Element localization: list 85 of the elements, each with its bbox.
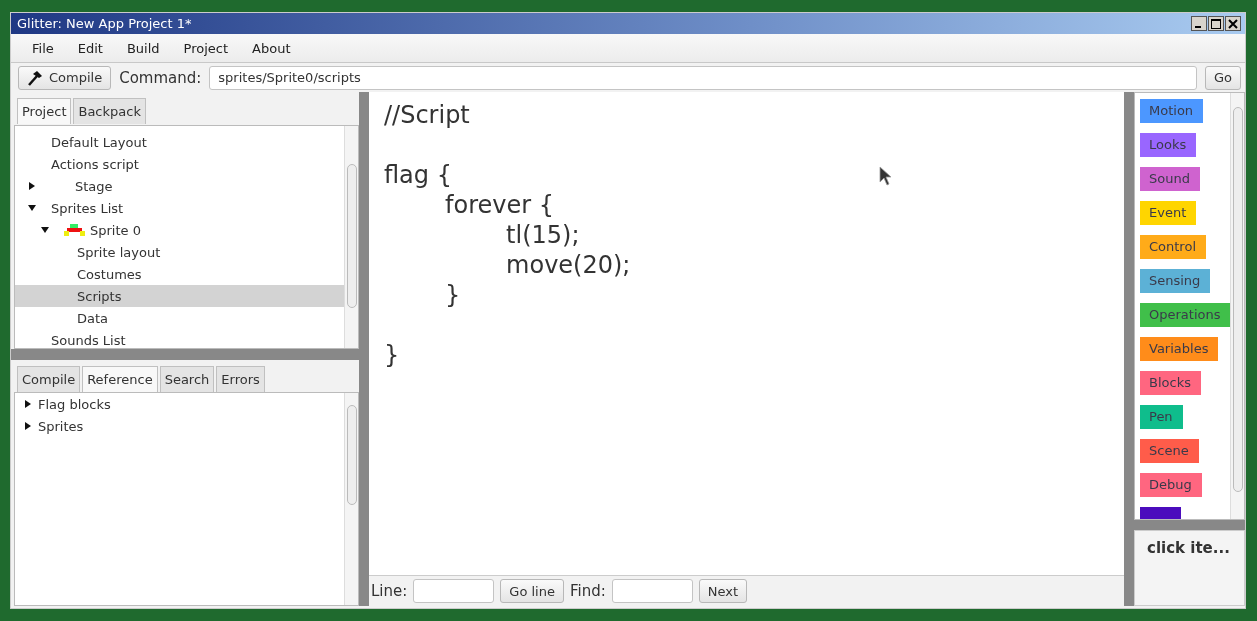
- tree-label: Sprite layout: [77, 244, 161, 260]
- tab[interactable]: Errors: [216, 366, 265, 392]
- category-button[interactable]: Motion: [1140, 99, 1204, 123]
- scrollbar[interactable]: [344, 393, 358, 605]
- tree-item[interactable]: Scripts: [15, 285, 344, 307]
- category-button[interactable]: [1140, 507, 1181, 519]
- hint-text: click ite...: [1134, 530, 1245, 606]
- code-line: }: [384, 340, 400, 370]
- window-title: Glitter: New App Project 1*: [17, 16, 192, 31]
- category-button[interactable]: Event: [1140, 201, 1197, 225]
- tab[interactable]: Project: [17, 98, 72, 124]
- tree-label: Stage: [75, 178, 113, 194]
- minimize-icon: [1195, 26, 1201, 28]
- category-button[interactable]: Blocks: [1140, 371, 1201, 395]
- tree-item[interactable]: Sprite 0: [15, 219, 344, 241]
- tree-item[interactable]: Data: [15, 307, 344, 329]
- category-button[interactable]: Control: [1140, 235, 1206, 259]
- close-button[interactable]: [1225, 16, 1241, 31]
- menu-item[interactable]: File: [21, 40, 65, 56]
- tab[interactable]: Backpack: [73, 98, 146, 124]
- hammer-icon: [27, 69, 45, 86]
- tree-label: Sprites List: [51, 200, 124, 216]
- menu-item[interactable]: Project: [172, 40, 240, 56]
- category-button[interactable]: Scene: [1140, 439, 1199, 463]
- tree-label: Sounds List: [51, 332, 126, 348]
- minimize-button[interactable]: [1191, 16, 1207, 31]
- category-button[interactable]: Debug: [1140, 473, 1202, 497]
- tree-item[interactable]: Flag blocks: [15, 393, 344, 415]
- mouse-cursor-icon: [879, 166, 893, 186]
- tree-item[interactable]: Sounds List: [15, 329, 344, 348]
- tree-label: Actions script: [51, 156, 139, 172]
- tree-item[interactable]: Default Layout: [15, 131, 344, 153]
- tree-item[interactable]: Sprites: [15, 415, 344, 437]
- splitter[interactable]: [1134, 520, 1245, 530]
- tree-label: Sprites: [38, 418, 84, 434]
- tree-label: Sprite 0: [90, 222, 141, 238]
- code-line: move(20);: [505, 250, 631, 280]
- expand-arrow-icon: [23, 399, 33, 409]
- compile-button[interactable]: Compile: [18, 65, 112, 90]
- tree-label: Scripts: [77, 288, 122, 304]
- category-button[interactable]: Sensing: [1140, 269, 1211, 293]
- tree-item[interactable]: Sprite layout: [15, 241, 344, 263]
- maximize-button[interactable]: [1208, 16, 1224, 31]
- tree-label: Data: [77, 310, 109, 326]
- splitter[interactable]: [11, 349, 362, 360]
- go-line-button[interactable]: Go line: [500, 579, 564, 603]
- splitter[interactable]: [1124, 92, 1134, 606]
- command-label: Command:: [119, 68, 202, 87]
- maximize-icon: [1211, 18, 1221, 29]
- expand-arrow-icon: [40, 225, 50, 235]
- tab[interactable]: Reference: [82, 366, 158, 392]
- go-button[interactable]: Go: [1204, 65, 1241, 90]
- expand-arrow-icon: [23, 421, 33, 431]
- close-icon: [1228, 18, 1238, 29]
- tree-item[interactable]: Sprites List: [15, 197, 344, 219]
- menu-item[interactable]: Edit: [66, 40, 114, 56]
- code-line: }: [444, 280, 461, 310]
- code-line: //Script: [384, 100, 470, 130]
- code-line: tl(15);: [505, 220, 580, 250]
- code-editor[interactable]: //Script flag { forever { tl(15); move(20); } }: [369, 92, 1124, 575]
- menu-item[interactable]: About: [241, 40, 302, 56]
- tree-label: Flag blocks: [38, 396, 111, 412]
- find-field[interactable]: [611, 579, 693, 603]
- tree-item[interactable]: Actions script: [15, 153, 344, 175]
- tree-label: Costumes: [77, 266, 142, 282]
- category-button[interactable]: Operations: [1140, 303, 1230, 327]
- find-label: Find:: [569, 582, 606, 600]
- splitter[interactable]: [359, 92, 369, 606]
- tree-item[interactable]: Costumes: [15, 263, 344, 285]
- menu-item[interactable]: Build: [115, 40, 171, 56]
- code-line: forever {: [444, 190, 554, 220]
- category-button[interactable]: Variables: [1140, 337, 1219, 361]
- tree-item[interactable]: Stage: [15, 175, 344, 197]
- tab[interactable]: Search: [159, 366, 215, 392]
- scrollbar[interactable]: [344, 126, 358, 348]
- scrollbar[interactable]: [1230, 93, 1244, 519]
- tab[interactable]: Compile: [17, 366, 81, 392]
- next-button[interactable]: Next: [698, 579, 748, 603]
- tree-label: Default Layout: [51, 134, 147, 150]
- line-label: Line:: [371, 582, 408, 600]
- line-field[interactable]: [413, 579, 495, 603]
- expand-arrow-icon: [27, 203, 37, 213]
- category-button[interactable]: Pen: [1140, 405, 1183, 429]
- command-field[interactable]: sprites/Sprite0/scripts: [209, 65, 1197, 90]
- code-line: flag {: [384, 160, 452, 190]
